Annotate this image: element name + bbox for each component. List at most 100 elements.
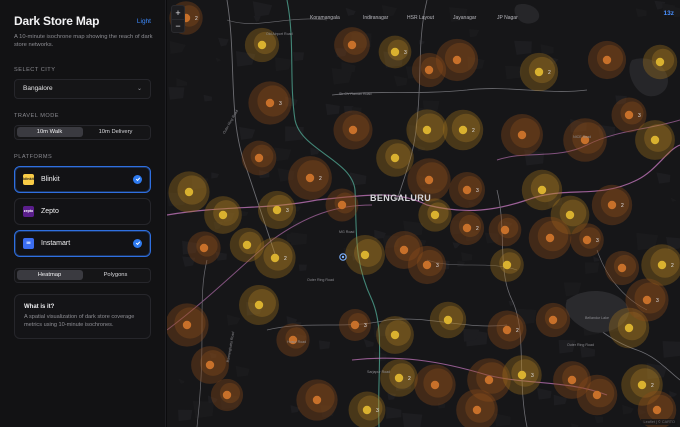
instamart-store-marker[interactable] — [502, 325, 512, 335]
city-select[interactable]: Bangalore ⌄ — [14, 78, 151, 99]
blinkit-store-marker[interactable] — [655, 57, 665, 67]
map-attribution[interactable]: Leaflet | © CARTO — [641, 419, 677, 425]
map-canvas[interactable]: + − 13z Koramangala Indiranagar HSR Layo… — [167, 0, 680, 427]
blinkit-store-marker[interactable] — [184, 187, 194, 197]
blinkit-store-marker[interactable] — [390, 153, 400, 163]
view-mode-polygons-button[interactable]: Polygons — [83, 270, 149, 280]
overlap-count-label: 3 — [476, 188, 479, 194]
instamart-store-marker[interactable] — [182, 320, 192, 330]
blinkit-store-marker[interactable] — [390, 330, 400, 340]
map-layer — [167, 0, 680, 427]
blinkit-store-marker[interactable] — [394, 373, 404, 383]
instamart-store-marker[interactable] — [254, 153, 264, 163]
instamart-store-marker[interactable] — [422, 260, 432, 270]
instamart-store-marker[interactable] — [462, 223, 472, 233]
instamart-store-marker[interactable] — [472, 405, 482, 415]
instamart-store-marker[interactable] — [312, 395, 322, 405]
blinkit-store-marker[interactable] — [422, 125, 432, 135]
blinkit-store-marker[interactable] — [430, 210, 440, 220]
road-label: Bellandur Lake — [585, 316, 609, 320]
instamart-store-marker[interactable] — [199, 243, 209, 253]
instamart-store-marker[interactable] — [424, 65, 434, 75]
blinkit-store-marker[interactable] — [458, 125, 468, 135]
overlap-count-label: 2 — [472, 128, 475, 134]
instamart-store-marker[interactable] — [424, 175, 434, 185]
blinkit-store-marker[interactable] — [390, 47, 400, 57]
blinkit-store-marker[interactable] — [657, 260, 667, 270]
instamart-store-marker[interactable] — [545, 233, 555, 243]
blinkit-store-marker[interactable] — [443, 315, 453, 325]
instamart-store-marker[interactable] — [452, 55, 462, 65]
zoom-level-indicator: 13z — [663, 10, 674, 17]
app-subtitle: A 10-minute isochrone map showing the re… — [14, 34, 153, 49]
blinkit-store-marker[interactable] — [537, 185, 547, 195]
blinkit-store-marker[interactable] — [242, 240, 252, 250]
blinkit-store-marker[interactable] — [534, 67, 544, 77]
platform-card-zepto[interactable]: zepto Zepto — [14, 197, 151, 225]
instamart-store-marker[interactable] — [602, 55, 612, 65]
travel-mode-delivery-button[interactable]: 10m Delivery — [83, 127, 149, 137]
blinkit-store-marker[interactable] — [650, 135, 660, 145]
blinkit-store-marker[interactable] — [624, 323, 634, 333]
blinkit-store-marker[interactable] — [272, 205, 282, 215]
blinkit-store-marker[interactable] — [360, 250, 370, 260]
instamart-store-marker[interactable] — [592, 390, 602, 400]
road-label: NICE Road — [573, 135, 592, 139]
instamart-store-marker[interactable] — [582, 235, 592, 245]
instamart-store-marker[interactable] — [348, 125, 358, 135]
instamart-store-marker[interactable] — [305, 173, 315, 183]
platform-card-instamart[interactable]: IM Instamart — [14, 229, 151, 257]
blinkit-store-marker[interactable] — [218, 210, 228, 220]
overlap-count-label: 2 — [319, 176, 322, 182]
instamart-store-marker[interactable] — [462, 185, 472, 195]
road-label: Outer Ring Road — [567, 343, 594, 347]
platforms-label: PLATFORMS — [14, 153, 53, 160]
instamart-store-marker[interactable] — [567, 375, 577, 385]
view-mode-heatmap-button[interactable]: Heatmap — [16, 270, 83, 281]
city-label: BENGALURU — [370, 193, 432, 203]
instamart-store-marker[interactable] — [265, 98, 275, 108]
instamart-store-marker[interactable] — [517, 130, 527, 140]
platform-name: Blinkit — [41, 175, 60, 183]
blinkit-store-marker[interactable] — [254, 300, 264, 310]
instamart-store-marker[interactable] — [624, 110, 634, 120]
zoom-out-button[interactable]: − — [172, 19, 184, 32]
platform-card-blinkit[interactable]: blinkit Blinkit — [14, 165, 151, 193]
instamart-store-marker[interactable] — [484, 375, 494, 385]
road-label: Sir CV Raman Road — [339, 92, 372, 96]
overlap-count-label: 2 — [476, 226, 479, 232]
city-select-value: Bangalore — [23, 85, 53, 93]
blinkit-store-marker[interactable] — [517, 370, 527, 380]
area-label-jp-nagar: JP Nagar — [497, 15, 518, 21]
blinkit-store-marker[interactable] — [502, 260, 512, 270]
info-text: A spatial visualization of dark store co… — [24, 313, 135, 328]
instamart-store-marker[interactable] — [617, 263, 627, 273]
instamart-store-marker[interactable] — [652, 405, 662, 415]
blinkit-store-marker[interactable] — [565, 210, 575, 220]
area-label-jayanagar: Jayanagar — [453, 15, 477, 21]
instamart-store-marker[interactable] — [548, 315, 558, 325]
instamart-store-marker[interactable] — [205, 360, 215, 370]
blinkit-store-marker[interactable] — [362, 405, 372, 415]
overlap-count-label: 2 — [284, 256, 287, 262]
blinkit-store-marker[interactable] — [637, 380, 647, 390]
instamart-store-marker[interactable] — [347, 40, 357, 50]
instamart-store-marker[interactable] — [350, 320, 360, 330]
travel-mode-toggle: 10m Walk 10m Delivery — [14, 124, 151, 140]
travel-mode-walk-button[interactable]: 10m Walk — [16, 127, 83, 138]
zoom-in-button[interactable]: + — [172, 6, 184, 19]
instamart-store-marker[interactable] — [399, 245, 409, 255]
instamart-store-marker[interactable] — [337, 200, 347, 210]
overlap-count-label: 3 — [436, 263, 439, 269]
area-label-koramangala: Koramangala — [310, 15, 340, 21]
blinkit-store-marker[interactable] — [257, 40, 267, 50]
instamart-store-marker[interactable] — [642, 295, 652, 305]
blinkit-store-marker[interactable] — [270, 253, 280, 263]
blinkit-logo-icon: blinkit — [23, 173, 34, 185]
instamart-store-marker[interactable] — [500, 225, 510, 235]
select-city-label: SELECT CITY — [14, 66, 56, 73]
theme-toggle-button[interactable]: Light — [137, 18, 151, 25]
instamart-store-marker[interactable] — [430, 380, 440, 390]
instamart-store-marker[interactable] — [222, 390, 232, 400]
instamart-store-marker[interactable] — [607, 200, 617, 210]
